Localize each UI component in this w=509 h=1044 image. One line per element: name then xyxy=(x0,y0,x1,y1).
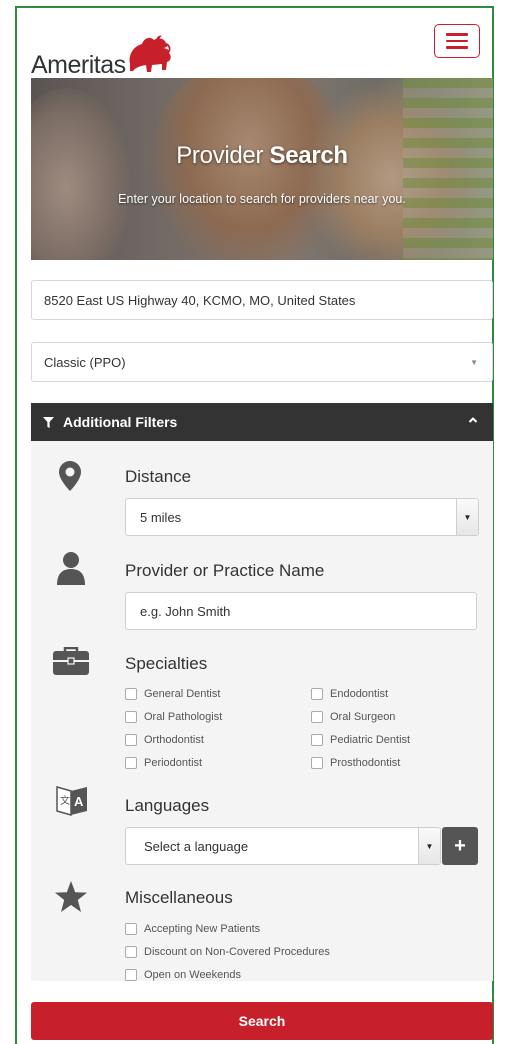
language-select[interactable]: Select a language ▼ xyxy=(125,827,441,865)
misc-checkbox[interactable]: Open on Weekends xyxy=(125,969,241,981)
languages-title: Languages xyxy=(125,796,210,815)
page-title-light: Provider xyxy=(176,142,270,169)
page-subtitle: Enter your location to search for provid… xyxy=(118,192,406,206)
page-title-bold: Search xyxy=(269,142,349,169)
misc-checkbox[interactable]: Accepting New Patients xyxy=(125,923,260,935)
checkbox-box xyxy=(125,734,137,746)
distance-title: Distance xyxy=(125,467,192,486)
page-title: Provider Search xyxy=(31,142,493,170)
miscellaneous-title: Miscellaneous xyxy=(125,888,233,907)
checkbox-box xyxy=(311,711,323,723)
chevron-down-icon: ▼ xyxy=(470,358,478,367)
person-icon xyxy=(57,552,85,585)
hero-banner: Provider Search Enter your location to s… xyxy=(31,78,493,260)
specialties-title: Specialties xyxy=(125,654,208,673)
checkbox-box xyxy=(125,969,137,981)
chevron-up-icon xyxy=(468,417,478,423)
filter-icon xyxy=(43,416,54,428)
checkbox-label: Accepting New Patients xyxy=(144,923,261,935)
specialty-checkbox[interactable]: Endodontist xyxy=(311,688,388,700)
location-input[interactable]: 8520 East US Highway 40, KCMO, MO, Unite… xyxy=(31,280,493,320)
filters-header-label: Additional Filters xyxy=(63,414,178,430)
specialty-checkbox[interactable]: Periodontist xyxy=(125,757,202,769)
checkbox-label: Oral Surgeon xyxy=(330,711,396,723)
specialty-checkbox[interactable]: Pediatric Dentist xyxy=(311,734,410,746)
checkbox-box xyxy=(125,946,137,958)
checkbox-label: Discount on Non-Covered Procedures xyxy=(144,946,330,958)
checkbox-label: Orthodontist xyxy=(144,734,204,746)
add-language-button[interactable]: + xyxy=(442,827,478,865)
specialty-checkbox[interactable]: Prosthodontist xyxy=(311,757,400,769)
specialty-checkbox[interactable]: Orthodontist xyxy=(125,734,204,746)
menu-bar xyxy=(446,39,468,43)
misc-checkbox[interactable]: Discount on Non-Covered Procedures xyxy=(125,946,330,958)
ameritas-logo[interactable]: Ameritas xyxy=(31,34,174,80)
provider-name-title: Provider or Practice Name xyxy=(125,561,325,580)
plan-select[interactable]: Classic (PPO) ▼ xyxy=(31,342,493,382)
checkbox-box xyxy=(125,711,137,723)
checkbox-label: Endodontist xyxy=(330,688,389,700)
checkbox-label: Periodontist xyxy=(144,757,203,769)
checkbox-box xyxy=(311,688,323,700)
checkbox-box xyxy=(125,688,137,700)
svg-text:A: A xyxy=(74,794,84,809)
checkbox-label: Oral Pathologist xyxy=(144,711,223,723)
briefcase-icon xyxy=(53,647,89,675)
specialty-checkbox[interactable]: Oral Pathologist xyxy=(125,711,222,723)
filters-panel: Distance 5 miles ▼ Provider or Practice … xyxy=(31,441,493,981)
checkbox-label: Open on Weekends xyxy=(144,969,242,981)
checkbox-box xyxy=(125,757,137,769)
menu-bar xyxy=(446,46,468,49)
translate-icon: 文 A xyxy=(56,786,87,816)
chevron-down-icon: ▼ xyxy=(418,828,440,864)
checkbox-box xyxy=(125,923,137,935)
checkbox-label: General Dentist xyxy=(144,688,221,700)
svg-text:文: 文 xyxy=(60,794,70,807)
provider-name-input[interactable]: e.g. John Smith xyxy=(125,592,477,630)
language-value: Select a language xyxy=(144,838,249,854)
distance-value: 5 miles xyxy=(140,509,182,525)
checkbox-box xyxy=(311,757,323,769)
star-icon xyxy=(55,881,87,912)
specialty-checkbox[interactable]: Oral Surgeon xyxy=(311,711,395,723)
checkbox-label: Prosthodontist xyxy=(330,757,401,769)
chevron-down-icon: ▼ xyxy=(456,499,478,535)
provider-name-placeholder: e.g. John Smith xyxy=(140,603,231,619)
site-header: Ameritas xyxy=(17,8,492,80)
distance-select[interactable]: 5 miles ▼ xyxy=(125,498,479,536)
bison-logo-icon xyxy=(129,35,171,72)
checkbox-box xyxy=(311,734,323,746)
location-value: 8520 East US Highway 40, KCMO, MO, Unite… xyxy=(44,292,356,308)
search-button[interactable]: Search xyxy=(31,1002,493,1040)
logo-wordmark: Ameritas xyxy=(31,51,126,79)
hamburger-menu-icon[interactable] xyxy=(434,24,480,58)
plan-value: Classic (PPO) xyxy=(44,354,126,370)
page-frame: Ameritas Provider Search Enter your loca… xyxy=(15,6,494,1044)
checkbox-label: Pediatric Dentist xyxy=(330,734,411,746)
specialty-checkbox[interactable]: General Dentist xyxy=(125,688,220,700)
additional-filters-toggle[interactable]: Additional Filters xyxy=(31,403,493,441)
menu-bar xyxy=(446,33,468,36)
map-pin-icon xyxy=(59,461,81,491)
